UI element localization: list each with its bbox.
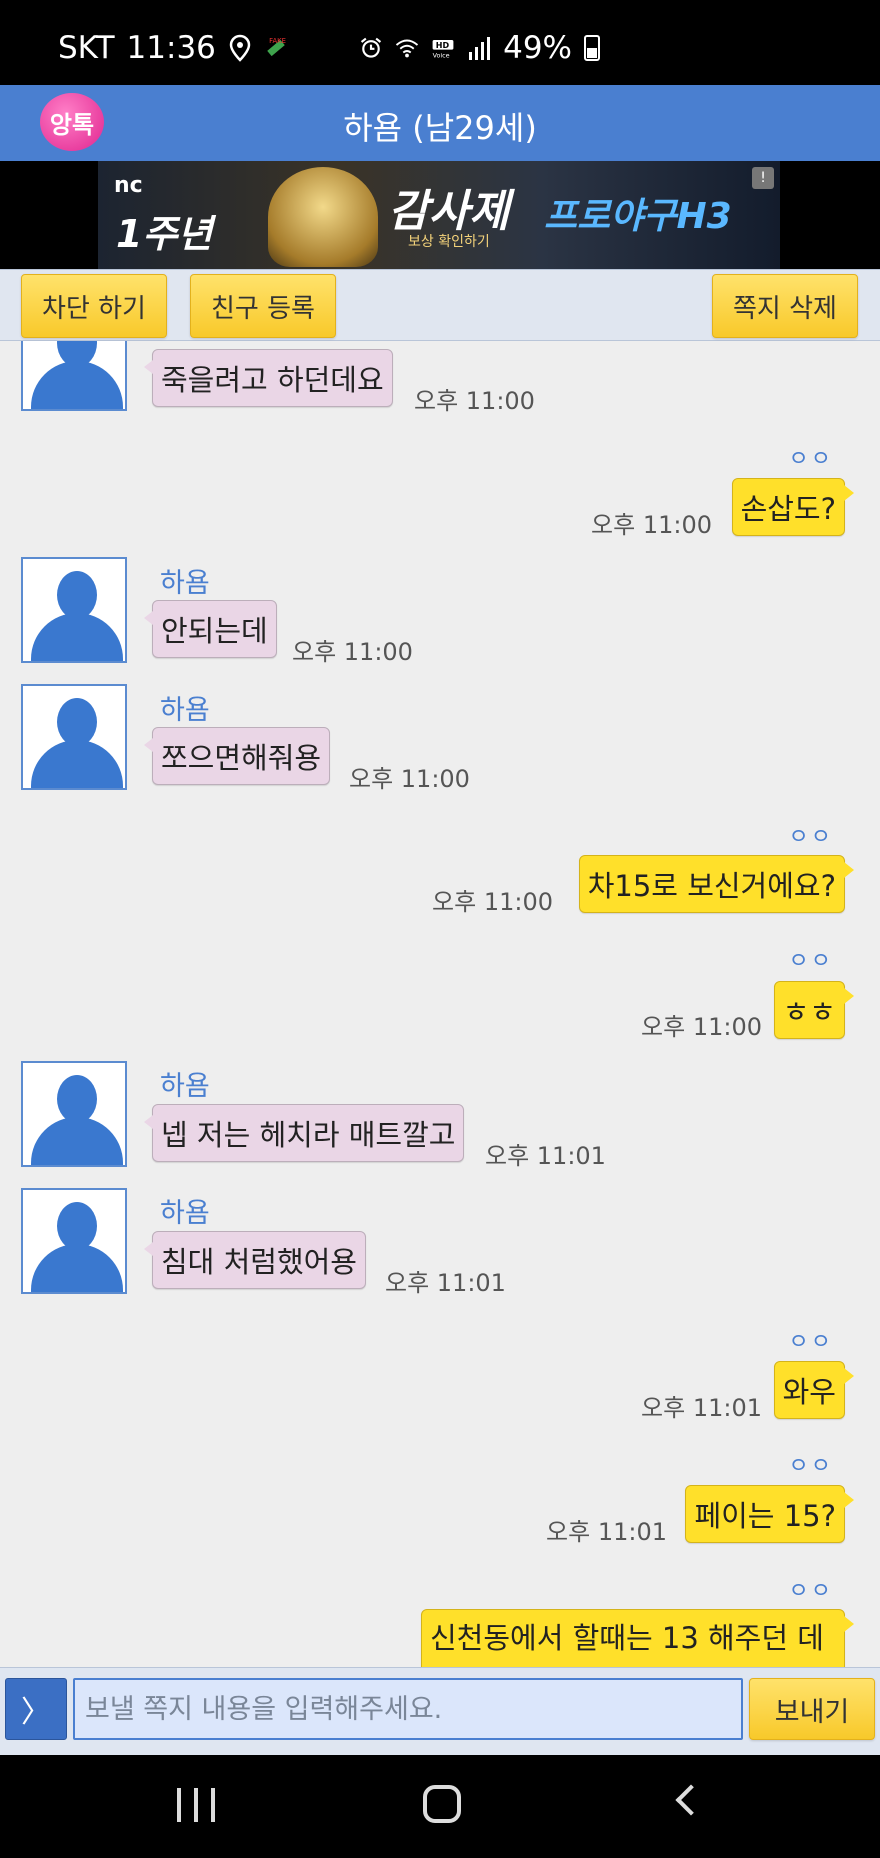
message-bubble-out[interactable]: 신천동에서 할때는 13 해주던 데 xyxy=(421,1609,854,1667)
message-time: 오후 11:00 xyxy=(641,1013,762,1041)
message-bubble-in[interactable]: 넵 저는 헤치라 매트깔고 xyxy=(143,1104,465,1162)
ad-area: nc 1주년 감사제 보상 확인하기 프로야구H3 ! xyxy=(0,161,880,269)
ad-brand: nc xyxy=(114,173,143,198)
avatar[interactable] xyxy=(21,684,127,790)
message-time: 오후 11:00 xyxy=(349,765,470,793)
clock: 11:36 xyxy=(126,30,216,66)
hd-voice-icon: HD Voice xyxy=(432,40,454,60)
ad-banner[interactable]: nc 1주년 감사제 보상 확인하기 프로야구H3 ! xyxy=(98,161,780,269)
wifi-icon xyxy=(395,39,419,58)
read-indicator: ㅇㅇ xyxy=(788,1454,833,1479)
app-header: 앙톡 하욤 (남29세) xyxy=(0,85,880,161)
message-bubble-out[interactable]: 페이는 15? xyxy=(685,1485,854,1543)
location-icon xyxy=(229,34,251,62)
ad-game-logo: 프로야구H3 xyxy=(544,196,732,237)
status-bar: SKT 11:36 FAKE HD Voice 49% xyxy=(0,0,880,85)
battery-icon xyxy=(584,35,600,61)
message-time: 오후 11:00 xyxy=(591,511,712,539)
message-time: 오후 11:00 xyxy=(292,638,413,666)
status-right: HD Voice 49% xyxy=(359,30,600,66)
expand-button[interactable]: 〉 xyxy=(5,1678,67,1740)
message-bubble-in[interactable]: 안되는데 xyxy=(144,600,277,658)
message-time: 오후 11:00 xyxy=(414,387,535,415)
message-bubble-in[interactable]: 죽을려고 하던데요 xyxy=(144,349,393,407)
avatar[interactable] xyxy=(21,557,127,663)
delete-message-button[interactable]: 쪽지 삭제 xyxy=(712,274,858,338)
block-button[interactable]: 차단 하기 xyxy=(21,274,167,338)
svg-text:Voice: Voice xyxy=(433,52,450,60)
action-bar: 차단 하기 친구 등록 쪽지 삭제 xyxy=(0,269,880,341)
read-indicator: ㅇㅇ xyxy=(788,447,833,472)
read-indicator: ㅇㅇ xyxy=(788,949,833,974)
message-bubble-out[interactable]: 와우 xyxy=(773,1361,855,1419)
message-input[interactable] xyxy=(73,1678,743,1740)
trophy-icon xyxy=(268,167,378,267)
ad-subtitle: 보상 확인하기 xyxy=(408,234,490,250)
alarm-icon xyxy=(360,37,382,58)
svg-text:HD: HD xyxy=(436,41,450,50)
carrier-label: SKT xyxy=(58,30,115,66)
message-bubble-out[interactable]: ㅎㅎ xyxy=(773,981,855,1039)
ad-event-title: 감사제 xyxy=(388,186,510,237)
sender-name: 하욤 xyxy=(160,1071,210,1102)
battery-level: 49% xyxy=(503,30,572,66)
avatar[interactable] xyxy=(21,1188,127,1294)
message-input-bar: 〉 보내기 xyxy=(0,1667,880,1755)
message-time: 오후 11:01 xyxy=(385,1269,506,1297)
read-indicator: ㅇㅇ xyxy=(788,1579,833,1604)
chat-area[interactable]: 죽을려고 하던데요 오후 11:00 ㅇㅇ 손삽도? 오후 11:00 하욤 안… xyxy=(0,341,880,1667)
message-time: 오후 11:00 xyxy=(432,888,553,916)
fake-gps-icon: FAKE xyxy=(267,37,286,57)
message-time: 오후 11:01 xyxy=(485,1142,606,1170)
sender-name: 하욤 xyxy=(160,695,210,726)
message-bubble-out[interactable]: 차15로 보신거에요? xyxy=(578,855,855,913)
send-button[interactable]: 보내기 xyxy=(749,1678,875,1740)
message-bubble-in[interactable]: 침대 처럼했어용 xyxy=(144,1231,366,1289)
navigation-bar xyxy=(0,1755,880,1858)
add-friend-button[interactable]: 친구 등록 xyxy=(190,274,336,338)
signal-icon xyxy=(469,37,491,60)
sender-name: 하욤 xyxy=(160,568,210,599)
recent-apps-icon[interactable] xyxy=(177,1788,215,1822)
back-icon[interactable] xyxy=(675,1784,707,1816)
read-indicator: ㅇㅇ xyxy=(788,825,833,850)
message-time: 오후 11:01 xyxy=(546,1518,667,1546)
ad-info-icon[interactable]: ! xyxy=(752,167,774,189)
page-title: 하욤 (남29세) xyxy=(343,109,537,147)
avatar[interactable] xyxy=(21,341,127,411)
message-time: 오후 11:01 xyxy=(641,1394,762,1422)
read-indicator: ㅇㅇ xyxy=(788,1330,833,1355)
ad-anniversary: 1주년 xyxy=(116,212,213,256)
message-bubble-in[interactable]: 쪼으면해줘용 xyxy=(143,727,331,785)
home-icon[interactable] xyxy=(423,1785,461,1823)
message-bubble-out[interactable]: 손삽도? xyxy=(731,478,855,536)
status-left: SKT 11:36 FAKE xyxy=(58,30,288,66)
svg-text:FAKE: FAKE xyxy=(269,37,286,45)
avatar[interactable] xyxy=(21,1061,127,1167)
sender-name: 하욤 xyxy=(160,1198,210,1229)
